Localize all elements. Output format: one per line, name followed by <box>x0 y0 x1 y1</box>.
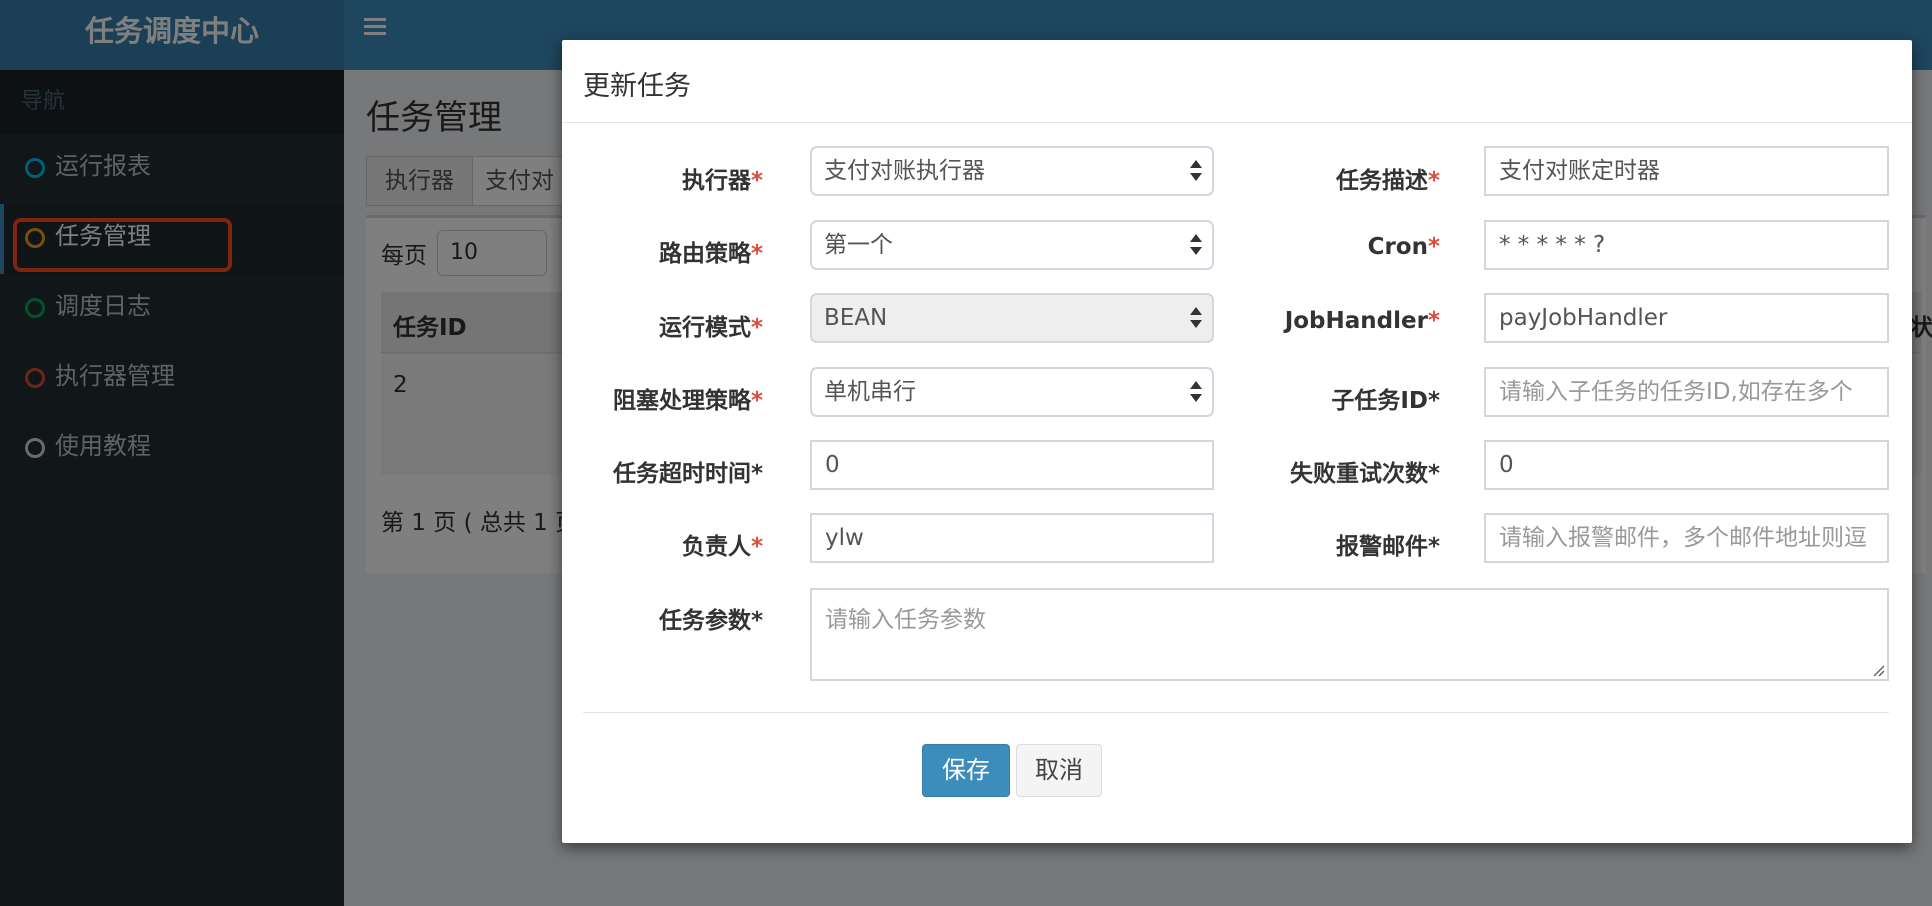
label-text: 负责人 <box>681 534 751 560</box>
required-mark: * <box>1427 234 1440 260</box>
owner-label: 负责人* <box>503 527 763 561</box>
params-textarea[interactable]: 请输入任务参数 <box>810 588 1889 681</box>
block-strategy-select[interactable]: 单机串行 <box>810 367 1214 417</box>
modal-header-divider <box>562 122 1912 123</box>
task-desc-label: 任务描述* <box>1180 161 1440 195</box>
save-button[interactable]: 保存 <box>922 744 1010 797</box>
params-label: 任务参数* <box>658 608 763 634</box>
required-mark: * <box>750 534 763 560</box>
modal-title: 更新任务 <box>583 71 691 102</box>
block-strategy-label: 阻塞处理策略* <box>503 381 763 415</box>
executor-select-value: 支付对账执行器 <box>824 158 985 184</box>
job-handler-label: JobHandler* <box>1180 308 1440 334</box>
resize-grip-icon[interactable] <box>1871 663 1885 677</box>
required-mark: * <box>750 388 763 414</box>
label-text: JobHandler <box>1284 308 1428 334</box>
params-placeholder: 请输入任务参数 <box>825 607 986 633</box>
timeout-label: 任务超时时间* <box>612 461 763 487</box>
required-mark: * <box>750 168 763 194</box>
required-mark: * <box>750 241 763 267</box>
required-mark: * <box>1427 168 1440 194</box>
route-select-value: 第一个 <box>824 232 893 258</box>
executor-select[interactable]: 支付对账执行器 <box>810 146 1214 196</box>
required-mark: * <box>1427 308 1440 334</box>
child-id-input[interactable]: 请输入子任务的任务ID,如存在多个 <box>1484 367 1889 417</box>
cron-input[interactable]: * * * * * ? <box>1484 220 1889 270</box>
executor-label: 执行器* <box>503 161 763 195</box>
child-id-label: 子任务ID* <box>1331 388 1440 414</box>
retry-label: 失败重试次数* <box>1289 461 1440 487</box>
required-mark: * <box>750 315 763 341</box>
label-text: 运行模式 <box>658 315 751 341</box>
label-text: 任务描述 <box>1335 168 1428 194</box>
label-text: 执行器 <box>681 168 751 194</box>
run-mode-select: BEAN <box>810 293 1214 343</box>
modal-footer-divider <box>583 712 1889 713</box>
route-label: 路由策略* <box>503 234 763 268</box>
timeout-input[interactable]: 0 <box>810 440 1214 490</box>
cron-label: Cron* <box>1180 234 1440 260</box>
cancel-button[interactable]: 取消 <box>1016 744 1102 797</box>
label-text: Cron <box>1367 234 1428 260</box>
run-mode-select-value: BEAN <box>824 305 888 331</box>
task-desc-input[interactable]: 支付对账定时器 <box>1484 146 1889 196</box>
owner-input[interactable]: ylw <box>810 513 1214 563</box>
block-strategy-select-value: 单机串行 <box>824 379 916 405</box>
label-text: 路由策略 <box>658 241 751 267</box>
route-select[interactable]: 第一个 <box>810 220 1214 270</box>
alarm-email-input[interactable]: 请输入报警邮件，多个邮件地址则逗 <box>1484 513 1889 563</box>
job-handler-input[interactable]: payJobHandler <box>1484 293 1889 343</box>
retry-input[interactable]: 0 <box>1484 440 1889 490</box>
alarm-email-label: 报警邮件* <box>1335 534 1440 560</box>
label-text: 阻塞处理策略 <box>612 388 751 414</box>
run-mode-label: 运行模式* <box>503 308 763 342</box>
